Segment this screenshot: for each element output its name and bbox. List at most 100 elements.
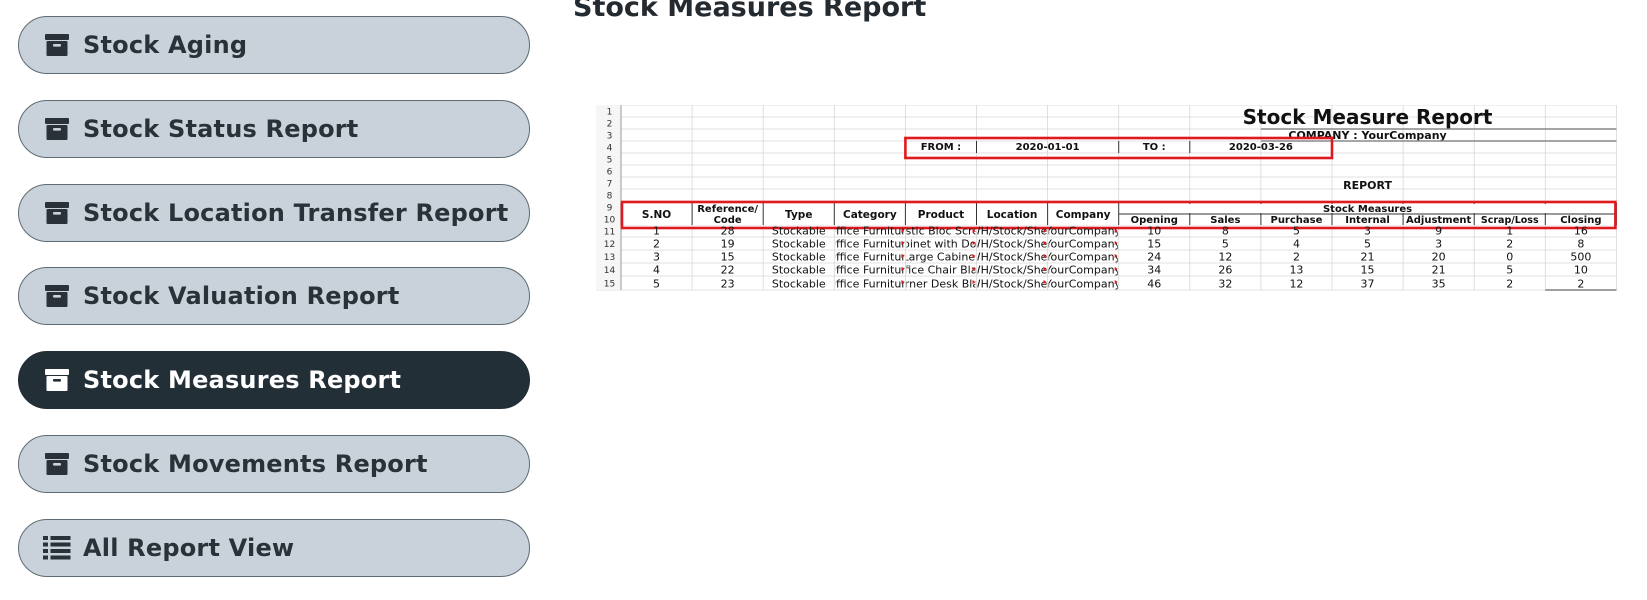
table-cell: 15 <box>1147 238 1161 251</box>
table-cell: 5 <box>1222 238 1229 251</box>
table-cell: 3 <box>653 251 660 264</box>
table-cell: 32 <box>1218 278 1232 291</box>
spreadsheet-image: 123456789101112131415Stock Measure Repor… <box>596 104 1617 291</box>
table-cell: YourCompany <box>1044 278 1121 291</box>
sidebar-item-stock-valuation-report[interactable]: Stock Valuation Report <box>18 267 530 325</box>
table-cell: Stockable <box>772 251 826 264</box>
table-cell: Plastic Bloc Screen <box>889 225 993 238</box>
row-number: 9 <box>607 204 613 214</box>
table-cell: 15 <box>1361 264 1375 277</box>
measure-column-header: Adjustment <box>1406 215 1471 226</box>
table-cell: 8 <box>1577 238 1584 251</box>
sheet-title: Stock Measure Report <box>1243 105 1493 129</box>
table-cell: 37 <box>1361 278 1375 291</box>
spreadsheet-preview: 1 2 3 4 5 6 7 8 9 10 11 12 13 14 15 Stock Measure Repor… <box>596 104 1621 329</box>
table-cell: 21 <box>1361 251 1375 264</box>
column-header: Location <box>987 209 1038 221</box>
column-header: Category <box>843 209 897 221</box>
row-number: 6 <box>607 168 613 178</box>
sidebar-item-label: Stock Movements Report <box>83 450 428 478</box>
row-number: 3 <box>607 132 613 142</box>
table-cell: YourCompany <box>1044 251 1121 264</box>
table-cell: 35 <box>1432 278 1446 291</box>
sidebar-item-label: Stock Status Report <box>83 115 359 143</box>
table-cell: 10 <box>1574 264 1588 277</box>
table-cell: 23 <box>721 278 735 291</box>
table-cell: 2 <box>1506 238 1513 251</box>
row-number: 2 <box>607 120 613 130</box>
measure-column-header: Closing <box>1560 215 1601 226</box>
table-cell: YourCompany <box>1044 225 1121 238</box>
table-cell: 2 <box>1577 278 1584 291</box>
archive-icon <box>43 282 71 310</box>
table-cell: 5 <box>1293 225 1300 238</box>
table-cell: 26 <box>1218 264 1232 277</box>
table-cell: 5 <box>1364 238 1371 251</box>
table-cell: 21 <box>1432 264 1446 277</box>
table-cell: 8 <box>1222 225 1229 238</box>
row-number: 12 <box>604 240 615 250</box>
column-header: S.NO <box>642 209 671 221</box>
archive-icon <box>43 115 71 143</box>
table-cell: 46 <box>1147 278 1161 291</box>
table-cell: 3 <box>1364 225 1371 238</box>
table-cell: 2 <box>1293 251 1300 264</box>
column-header: Product <box>918 209 964 221</box>
table-cell: Stockable <box>772 264 826 277</box>
table-cell: 13 <box>1289 264 1303 277</box>
sidebar-item-stock-aging[interactable]: Stock Aging <box>18 16 530 74</box>
table-cell: 2 <box>1506 278 1513 291</box>
measure-column-header: Opening <box>1131 215 1178 226</box>
archive-icon <box>43 366 71 394</box>
report-label: REPORT <box>1343 179 1392 192</box>
sidebar-item-stock-movements-report[interactable]: Stock Movements Report <box>18 435 530 493</box>
row-number: 15 <box>604 280 615 290</box>
row-number: 8 <box>607 192 613 202</box>
sidebar-item-label: Stock Measures Report <box>83 366 402 394</box>
table-cell: 16 <box>1574 225 1588 238</box>
table-cell: WH/Stock/Shelf <box>970 278 1056 291</box>
table-cell: 24 <box>1147 251 1161 264</box>
table-cell: Office Furniture <box>827 264 912 277</box>
table-cell: 1 <box>1506 225 1513 238</box>
archive-icon <box>43 31 71 59</box>
table-cell: WH/Stock/Shelf <box>970 251 1056 264</box>
table-cell: 0 <box>1506 251 1513 264</box>
sidebar-item-all-report-view[interactable]: All Report View <box>18 519 530 577</box>
table-cell: Stockable <box>772 225 826 238</box>
table-cell: 2 <box>653 238 660 251</box>
table-cell: Office Furniture <box>827 238 912 251</box>
table-cell: 20 <box>1432 251 1446 264</box>
table-cell: Office Chair Black <box>892 264 990 277</box>
sidebar-item-stock-measures-report[interactable]: Stock Measures Report <box>18 351 530 409</box>
table-cell: 12 <box>1218 251 1232 264</box>
measure-column-header: Purchase <box>1270 215 1322 226</box>
date-from-value: 2020-01-01 <box>1016 142 1080 153</box>
row-number: 10 <box>604 216 616 226</box>
measure-column-header: Sales <box>1210 215 1240 226</box>
table-cell: 34 <box>1147 264 1161 277</box>
company-label: COMPANY : YourCompany <box>1288 129 1446 142</box>
table-cell: Stockable <box>772 238 826 251</box>
table-cell: 12 <box>1289 278 1303 291</box>
list-icon <box>43 534 71 562</box>
date-from-label: FROM : <box>921 142 961 153</box>
table-cell: WH/Stock/Shelf <box>970 225 1056 238</box>
sidebar-item-stock-status-report[interactable]: Stock Status Report <box>18 100 530 158</box>
table-cell: 10 <box>1147 225 1161 238</box>
sidebar-item-label: Stock Aging <box>83 31 248 59</box>
table-cell: 4 <box>1293 238 1300 251</box>
stock-measures-group-header: Stock Measures <box>1323 204 1412 215</box>
row-number: 14 <box>604 266 616 276</box>
table-cell: Office Furniture <box>827 278 912 291</box>
sidebar-item-stock-location-transfer-report[interactable]: Stock Location Transfer Report <box>18 184 530 242</box>
column-header-line: Code <box>714 215 742 226</box>
row-number: 13 <box>604 253 615 263</box>
table-cell: 500 <box>1570 251 1591 264</box>
table-cell: 4 <box>653 264 660 277</box>
table-cell: 22 <box>721 264 735 277</box>
column-header-line: Reference/ <box>697 204 758 215</box>
table-cell: 5 <box>653 278 660 291</box>
table-cell: Office Furniture <box>827 225 912 238</box>
archive-icon <box>43 450 71 478</box>
